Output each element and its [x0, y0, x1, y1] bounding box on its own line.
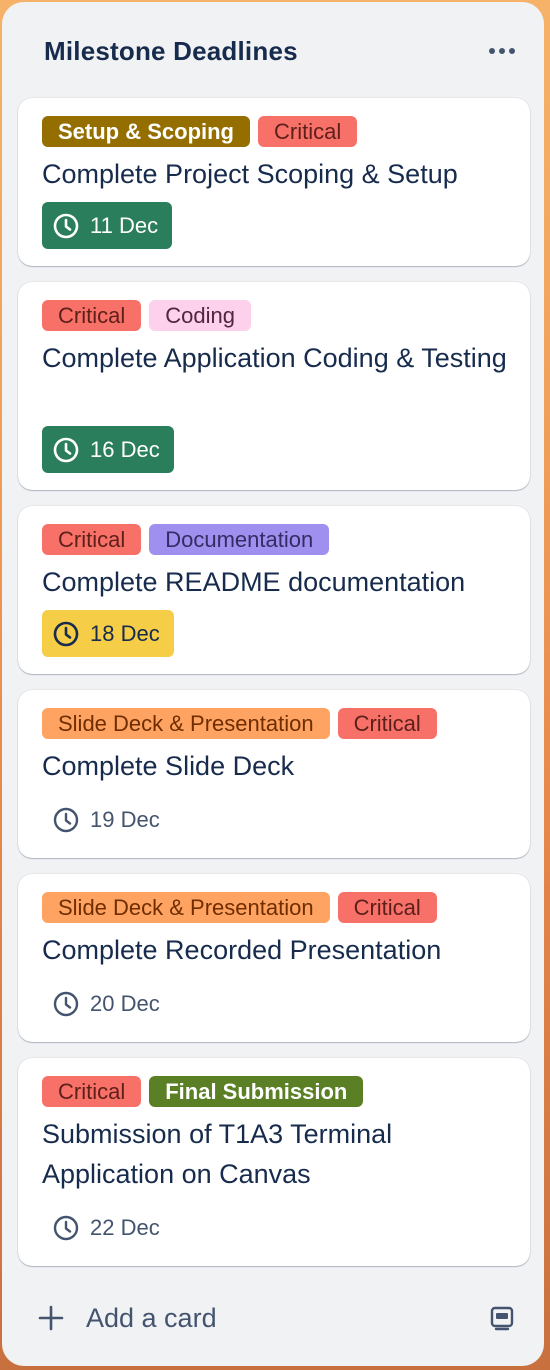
- ellipsis-icon: [489, 48, 515, 54]
- due-date-text: 18 Dec: [90, 620, 160, 646]
- card[interactable]: Critical Documentation Complete README d…: [18, 506, 530, 674]
- card-label[interactable]: Critical: [42, 524, 142, 555]
- list-title[interactable]: Milestone Deadlines: [44, 36, 298, 67]
- clock-icon: [53, 1215, 79, 1240]
- card-label[interactable]: Setup & Scoping: [42, 116, 250, 147]
- due-date-badge[interactable]: 20 Dec: [42, 980, 170, 1027]
- clock-icon: [53, 807, 79, 832]
- card-title: Submission of T1A3 Terminal Application …: [42, 1119, 393, 1189]
- card-labels: Slide Deck & Presentation Critical: [42, 892, 437, 923]
- due-date-badge[interactable]: 22 Dec: [42, 1204, 170, 1251]
- clock-icon: [53, 437, 79, 462]
- card-label[interactable]: Critical: [42, 300, 142, 331]
- card-labels: Critical Final Submission: [42, 1076, 364, 1107]
- due-date-badge[interactable]: 11 Dec: [42, 202, 173, 249]
- card[interactable]: Critical Final Submission Submission of …: [18, 1058, 530, 1266]
- card-template-icon: [490, 1306, 514, 1331]
- list-footer: Add a card: [2, 1286, 544, 1350]
- clock-icon: [53, 621, 79, 646]
- card[interactable]: Setup & Scoping Critical Complete Projec…: [18, 98, 530, 266]
- card-title: Complete Project Scoping & Setup: [42, 159, 458, 189]
- card-title: Complete Recorded Presentation: [42, 935, 442, 965]
- list-header: Milestone Deadlines: [2, 2, 544, 98]
- plus-icon: [38, 1305, 64, 1331]
- milestone-list: Milestone Deadlines Setup & Scoping Crit…: [2, 2, 544, 1366]
- due-date-text: 11 Dec: [90, 212, 159, 238]
- card-labels: Setup & Scoping Critical: [42, 116, 358, 147]
- card-title: Complete README documentation: [42, 567, 466, 597]
- clock-icon: [53, 991, 79, 1016]
- due-date-text: 19 Dec: [90, 806, 160, 832]
- list-menu-button[interactable]: [482, 32, 522, 72]
- due-date-badge[interactable]: 16 Dec: [42, 426, 174, 473]
- card-label[interactable]: Slide Deck & Presentation: [42, 708, 330, 739]
- clock-icon: [53, 213, 79, 238]
- card-label[interactable]: Documentation: [149, 524, 330, 555]
- card-label[interactable]: Critical: [42, 1076, 142, 1107]
- card-title: Complete Application Coding & Testing: [42, 343, 507, 373]
- card[interactable]: Critical Coding Complete Application Cod…: [18, 282, 530, 490]
- add-card-button[interactable]: Add a card: [26, 1290, 426, 1346]
- card-title: Complete Slide Deck: [42, 751, 295, 781]
- due-date-badge[interactable]: 19 Dec: [42, 796, 170, 843]
- due-date-text: 16 Dec: [90, 436, 160, 462]
- card-labels: Slide Deck & Presentation Critical: [42, 708, 437, 739]
- card-label[interactable]: Coding: [149, 300, 251, 331]
- add-card-label: Add a card: [86, 1302, 217, 1333]
- card-label[interactable]: Critical: [337, 708, 437, 739]
- due-date-badge[interactable]: 18 Dec: [42, 610, 174, 657]
- card-labels: Critical Documentation: [42, 524, 330, 555]
- card-label[interactable]: Critical: [258, 116, 358, 147]
- card-label[interactable]: Final Submission: [149, 1076, 364, 1107]
- card[interactable]: Slide Deck & Presentation Critical Compl…: [18, 690, 530, 858]
- card-label[interactable]: Slide Deck & Presentation: [42, 892, 330, 923]
- card[interactable]: Slide Deck & Presentation Critical Compl…: [18, 874, 530, 1042]
- card-labels: Critical Coding: [42, 300, 251, 331]
- due-date-text: 20 Dec: [90, 990, 160, 1016]
- due-date-text: 22 Dec: [90, 1214, 160, 1240]
- card-label[interactable]: Critical: [337, 892, 437, 923]
- create-from-template-button[interactable]: [480, 1296, 524, 1340]
